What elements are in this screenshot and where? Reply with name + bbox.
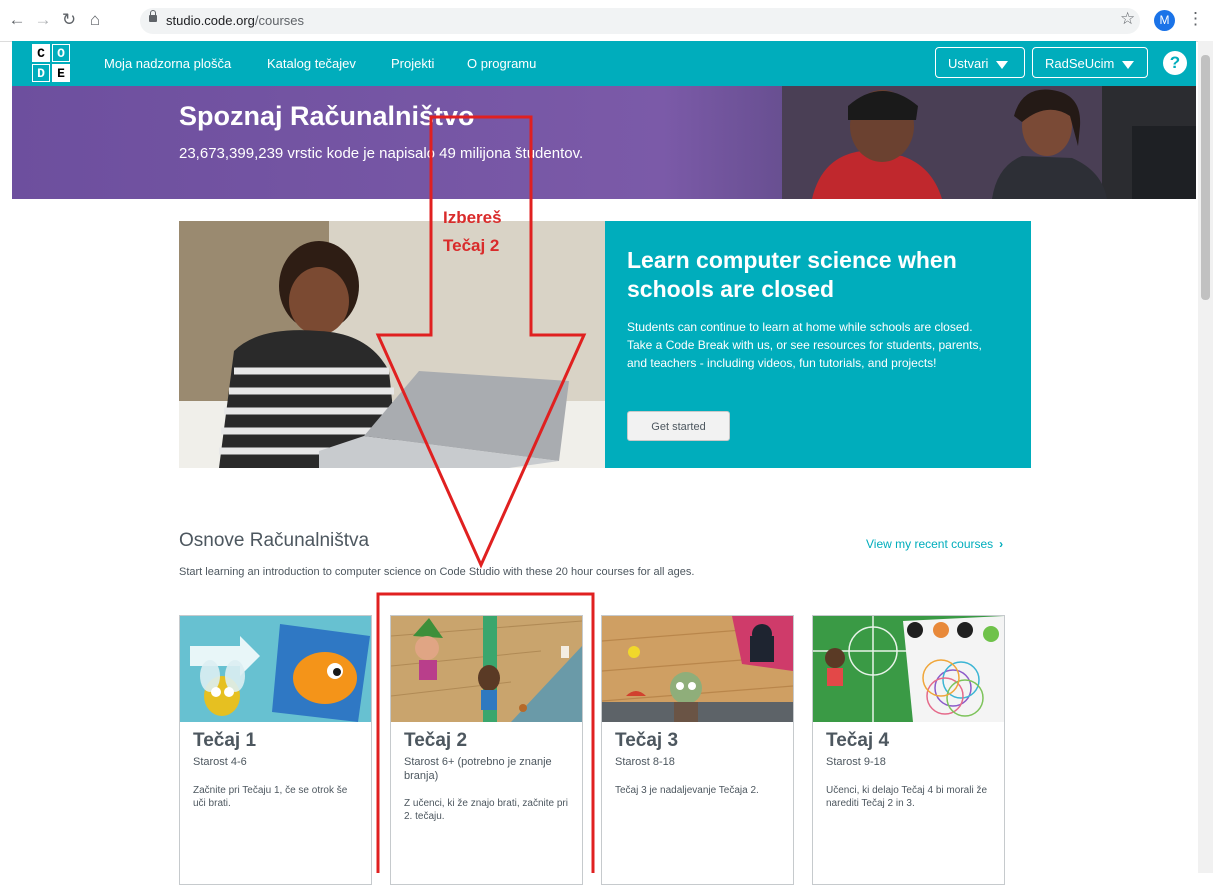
menu-dots-icon[interactable]: ⋮: [1187, 9, 1204, 29]
nav-course-catalog[interactable]: Katalog tečajev: [267, 56, 356, 71]
code-break-text: Students can continue to learn at home w…: [627, 320, 982, 370]
create-label: Ustvari: [948, 56, 989, 71]
create-dropdown-button[interactable]: Ustvari: [935, 47, 1025, 78]
course-card-3[interactable]: Tečaj 3 Starost 8-18 Tečaj 3 je nadaljev…: [601, 615, 794, 885]
course-card-2[interactable]: Tečaj 2 Starost 6+ (potrebno je znanje b…: [390, 615, 583, 885]
home-icon[interactable]: ⌂: [84, 9, 106, 31]
code-logo[interactable]: C O D E: [32, 44, 70, 82]
nav-projects[interactable]: Projekti: [391, 56, 434, 71]
section-title: Osnove Računalništva: [179, 530, 370, 551]
course-4-thumbnail: [813, 616, 1004, 722]
view-recent-courses-link[interactable]: View my recent courses ›: [866, 537, 1003, 551]
course-title: Tečaj 1: [193, 730, 257, 751]
logo-letter: D: [32, 64, 50, 82]
get-started-button[interactable]: Get started: [627, 411, 730, 441]
banner-subtitle: 23,673,399,239 vrstic kode je napisalo 4…: [179, 145, 584, 162]
course-age: Starost 4-6: [193, 756, 247, 768]
user-label: RadSeUcim: [1045, 56, 1115, 71]
site-header: C O D E Moja nadzorna plošča Katalog teč…: [12, 41, 1196, 86]
course-title: Tečaj 4: [826, 730, 890, 751]
course-1-thumbnail: [180, 616, 371, 722]
annotation-label: Izbereš Tečaj 2: [443, 204, 502, 260]
nav-about[interactable]: O programu: [467, 56, 536, 71]
scrollbar-thumb[interactable]: [1201, 55, 1210, 300]
forward-arrow-icon[interactable]: →: [32, 9, 54, 31]
reload-icon[interactable]: ↻: [58, 9, 80, 31]
logo-letter: O: [52, 44, 70, 62]
code-break-panel: Learn computer science when schools are …: [605, 221, 1031, 468]
course-card-1[interactable]: Tečaj 1 Starost 4-6 Začnite pri Tečaju 1…: [179, 615, 372, 885]
course-description: Učenci, ki delajo Tečaj 4 bi morali že n…: [826, 785, 988, 809]
url-text: studio.code.org/courses: [166, 13, 305, 28]
help-icon[interactable]: ?: [1163, 51, 1187, 75]
logo-letter: E: [52, 64, 70, 82]
profile-avatar[interactable]: M: [1154, 10, 1175, 31]
course-card-4[interactable]: Tečaj 4 Starost 9-18 Učenci, ki delajo T…: [812, 615, 1005, 885]
section-description: Start learning an introduction to comput…: [179, 566, 695, 578]
course-3-thumbnail: [602, 616, 793, 722]
hero-banner: Spoznaj Računalništvo 23,673,399,239 vrs…: [12, 86, 1196, 199]
recent-link-label: View my recent courses: [866, 537, 994, 551]
back-arrow-icon[interactable]: ←: [6, 9, 28, 31]
caret-down-icon: [1122, 60, 1135, 69]
girl-laptop-photo: [179, 221, 605, 468]
chevron-right-icon: ›: [999, 537, 1004, 551]
course-description: Z učenci, ki že znajo brati, začnite pri…: [404, 798, 568, 822]
user-dropdown-button[interactable]: RadSeUcim: [1032, 47, 1148, 78]
code-break-title: Learn computer science when schools are …: [627, 247, 957, 302]
course-title: Tečaj 2: [404, 730, 468, 751]
course-title: Tečaj 3: [615, 730, 679, 751]
browser-toolbar: ← → ↻ ⌂ studio.code.org/courses ☆ M ⋮: [0, 0, 1213, 42]
nav-dashboard[interactable]: Moja nadzorna plošča: [104, 56, 231, 71]
course-age: Starost 6+ (potrebno je znanje branja): [404, 756, 552, 782]
caret-down-icon: [996, 60, 1009, 69]
course-description: Tečaj 3 je nadaljevanje Tečaja 2.: [615, 785, 759, 796]
logo-letter: C: [32, 44, 50, 62]
annotation-line-1: Izbereš: [443, 208, 502, 227]
address-bar[interactable]: studio.code.org/courses: [140, 8, 1140, 34]
bookmark-star-icon[interactable]: ☆: [1120, 9, 1135, 29]
course-description: Začnite pri Tečaju 1, če se otrok še uči…: [193, 785, 348, 809]
course-age: Starost 8-18: [615, 756, 675, 768]
course-age: Starost 9-18: [826, 756, 886, 768]
annotation-line-2: Tečaj 2: [443, 236, 500, 255]
banner-title: Spoznaj Računalništvo: [179, 101, 475, 131]
students-photo: [782, 86, 1196, 199]
course-2-thumbnail: [391, 616, 582, 722]
lock-icon: [149, 10, 157, 22]
